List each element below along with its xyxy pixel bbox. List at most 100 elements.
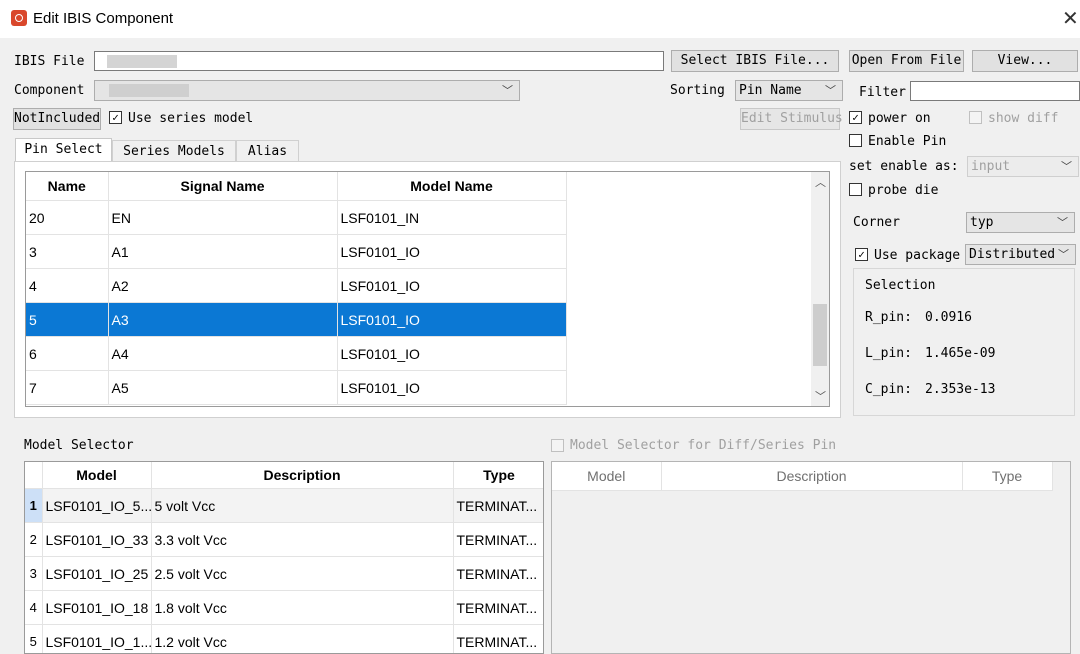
model-cell: LSF0101_IO_25 xyxy=(42,556,152,591)
signal-name-cell: EN xyxy=(108,200,338,235)
filter-input[interactable] xyxy=(910,81,1080,101)
chevron-down-icon: ﹀ xyxy=(1058,248,1069,261)
table-row[interactable]: 4 LSF0101_IO_18 1.8 volt Vcc TERMINAT... xyxy=(25,590,543,625)
scroll-down-icon[interactable]: ﹀ xyxy=(815,388,826,404)
redacted-filename xyxy=(107,55,177,68)
pin-table-scrollbar[interactable]: ︿ ﹀ xyxy=(811,172,829,406)
use-series-model-checkbox[interactable]: ✓ xyxy=(109,111,122,124)
show-diff-checkbox[interactable] xyxy=(969,111,982,124)
pin-col-signal[interactable]: Signal Name xyxy=(108,172,338,201)
tab-pin-select[interactable]: Pin Select xyxy=(15,138,112,162)
model-name-cell: LSF0101_IN xyxy=(337,200,567,235)
pin-col-model[interactable]: Model Name xyxy=(337,172,567,201)
view-button[interactable]: View... xyxy=(972,50,1078,72)
enable-pin-checkbox[interactable] xyxy=(849,134,862,147)
model-selector-table-container: Model Description Type 1 LSF0101_IO_5...… xyxy=(24,461,544,654)
use-series-model-label: Use series model xyxy=(128,111,254,126)
tab-series-models[interactable]: Series Models xyxy=(112,140,236,162)
pin-name-cell: 4 xyxy=(26,268,109,303)
table-row[interactable]: 4 A2 LSF0101_IO xyxy=(26,268,567,303)
corner-label: Corner xyxy=(853,215,900,230)
probe-die-label: probe die xyxy=(868,183,939,198)
pin-name-cell: 3 xyxy=(26,234,109,269)
app-icon xyxy=(11,10,27,26)
power-on-checkbox[interactable]: ✓ xyxy=(849,111,862,124)
table-row[interactable]: 7 A5 LSF0101_IO xyxy=(26,370,567,405)
c-pin-label: C_pin: xyxy=(865,382,912,397)
pin-name-cell: 6 xyxy=(26,336,109,371)
l-pin-label: L_pin: xyxy=(865,346,912,361)
chevron-down-icon: ﹀ xyxy=(825,84,836,97)
diff-series-selector-label: Model Selector for Diff/Series Pin xyxy=(570,438,837,453)
diff-description-col[interactable]: Description xyxy=(661,462,963,491)
sorting-dropdown[interactable]: Pin Name ﹀ xyxy=(735,80,843,101)
scrollbar-thumb[interactable] xyxy=(813,304,827,366)
table-row[interactable]: 6 A4 LSF0101_IO xyxy=(26,336,567,371)
model-cell: LSF0101_IO_1... xyxy=(42,624,152,653)
pin-name-cell: 20 xyxy=(26,200,109,235)
table-row[interactable]: 2 LSF0101_IO_33 3.3 volt Vcc TERMINAT... xyxy=(25,522,543,557)
power-on-label: power on xyxy=(868,111,931,126)
corner-dropdown[interactable]: typ ﹀ xyxy=(966,212,1075,233)
diff-type-col[interactable]: Type xyxy=(962,462,1053,491)
pin-col-name[interactable]: Name xyxy=(26,172,109,201)
corner-value: typ xyxy=(970,215,994,230)
filter-label: Filter xyxy=(859,85,906,100)
model-name-cell: LSF0101_IO xyxy=(337,302,567,337)
model-name-cell: LSF0101_IO xyxy=(337,268,567,303)
model-col[interactable]: Model xyxy=(42,462,152,489)
package-type-value: Distributed xyxy=(969,247,1056,262)
component-dropdown[interactable]: ﹀ xyxy=(94,80,520,101)
close-icon[interactable]: ✕ xyxy=(1062,6,1079,31)
diff-model-col[interactable]: Model xyxy=(552,462,662,491)
table-row[interactable]: 5 LSF0101_IO_1... 1.2 volt Vcc TERMINAT.… xyxy=(25,624,543,653)
r-pin-value: 0.0916 xyxy=(925,310,972,325)
table-row[interactable]: 3 A1 LSF0101_IO xyxy=(26,234,567,269)
row-number: 1 xyxy=(25,488,43,523)
table-row-selected[interactable]: 5 A3 LSF0101_IO xyxy=(26,302,567,337)
type-cell: TERMINAT... xyxy=(453,624,543,653)
scroll-up-icon[interactable]: ︿ xyxy=(815,174,826,190)
set-enable-as-dropdown[interactable]: input ﹀ xyxy=(967,156,1079,177)
table-row[interactable]: 1 LSF0101_IO_5... 5 volt Vcc TERMINAT... xyxy=(25,488,543,523)
tab-alias[interactable]: Alias xyxy=(236,140,299,162)
description-cell: 3.3 volt Vcc xyxy=(151,522,454,557)
diff-series-table-container: Model Description Type xyxy=(551,461,1071,654)
model-selector-table: Model Description Type 1 LSF0101_IO_5...… xyxy=(25,462,543,653)
diff-series-selector-checkbox[interactable] xyxy=(551,439,564,452)
edit-stimulus-button[interactable]: Edit Stimulus xyxy=(740,108,843,130)
diff-series-table: Model Description Type xyxy=(552,462,1053,491)
ibis-file-label: IBIS File xyxy=(14,54,85,69)
model-name-cell: LSF0101_IO xyxy=(337,370,567,405)
window-title: Edit IBIS Component xyxy=(33,10,174,27)
model-cell: LSF0101_IO_5... xyxy=(42,488,152,523)
signal-name-cell: A4 xyxy=(108,336,338,371)
r-pin-label: R_pin: xyxy=(865,310,912,325)
type-cell: TERMINAT... xyxy=(453,488,543,523)
package-type-dropdown[interactable]: Distributed ﹀ xyxy=(965,244,1076,265)
model-name-cell: LSF0101_IO xyxy=(337,336,567,371)
redacted-component xyxy=(109,84,189,97)
corner-header xyxy=(25,462,43,489)
component-label: Component xyxy=(14,83,85,98)
sorting-label: Sorting xyxy=(670,83,725,98)
row-number: 4 xyxy=(25,590,43,625)
enable-pin-label: Enable Pin xyxy=(868,134,947,149)
description-col[interactable]: Description xyxy=(151,462,454,489)
c-pin-value: 2.353e-13 xyxy=(925,382,996,397)
model-selector-label: Model Selector xyxy=(24,438,134,453)
open-from-file-button[interactable]: Open From File xyxy=(849,50,964,72)
model-cell: LSF0101_IO_18 xyxy=(42,590,152,625)
model-name-cell: LSF0101_IO xyxy=(337,234,567,269)
type-col[interactable]: Type xyxy=(453,462,543,489)
sorting-value: Pin Name xyxy=(739,83,802,98)
pin-table: Name Signal Name Model Name 20 EN LSF010… xyxy=(26,172,567,405)
set-enable-as-label: set enable as: xyxy=(849,159,959,174)
table-row[interactable]: 3 LSF0101_IO_25 2.5 volt Vcc TERMINAT... xyxy=(25,556,543,591)
not-included-button[interactable]: NotIncluded xyxy=(13,108,101,130)
use-package-checkbox[interactable]: ✓ xyxy=(855,248,868,261)
ibis-file-input[interactable] xyxy=(94,51,664,71)
probe-die-checkbox[interactable] xyxy=(849,183,862,196)
select-ibis-file-button[interactable]: Select IBIS File... xyxy=(671,50,839,72)
table-row[interactable]: 20 EN LSF0101_IN xyxy=(26,200,567,235)
